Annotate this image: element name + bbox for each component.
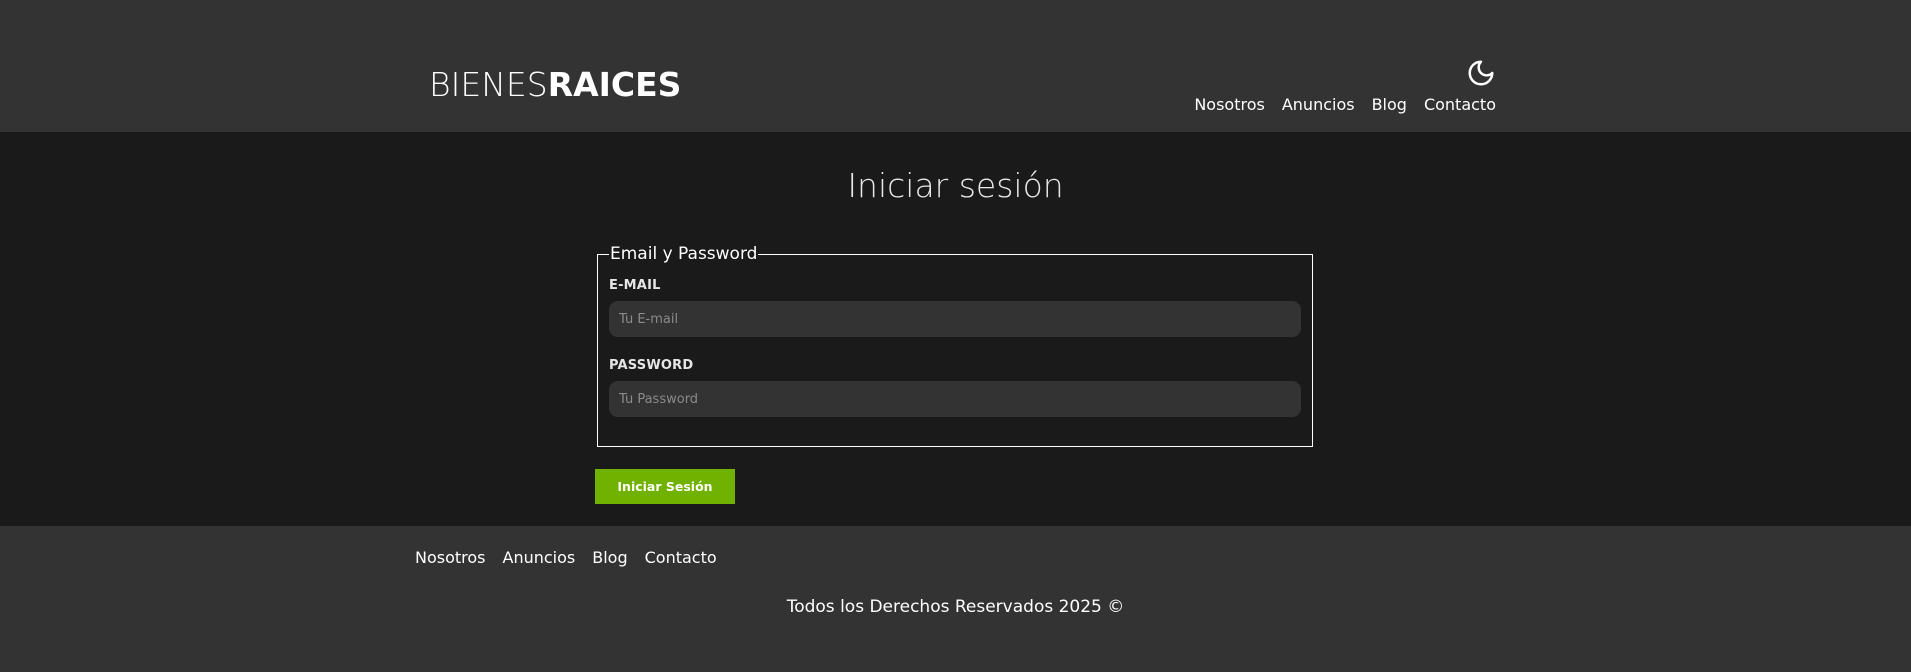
password-label: PASSWORD	[609, 358, 694, 373]
footer-link-blog[interactable]: Blog	[592, 547, 627, 569]
login-submit-button[interactable]: Iniciar Sesión	[595, 469, 735, 504]
email-label: E-MAIL	[609, 278, 661, 293]
copyright-text: Todos los Derechos Reservados 2025 ©	[786, 597, 1125, 617]
footer-link-nosotros[interactable]: Nosotros	[415, 547, 486, 569]
credentials-fieldset: Email y Password E-MAIL PASSWORD	[597, 244, 1313, 447]
dark-mode-toggle[interactable]	[1466, 58, 1496, 88]
footer-navigation: Nosotros Anuncios Blog Contacto	[415, 547, 717, 569]
site-logo[interactable]: BIENESRAICES	[429, 67, 681, 103]
page-title: Iniciar sesión	[847, 166, 1064, 205]
email-input[interactable]	[609, 301, 1301, 337]
main-navigation: Nosotros Anuncios Blog Contacto	[1194, 94, 1496, 116]
logo-bold-text: RAICES	[547, 65, 682, 104]
password-input[interactable]	[609, 381, 1301, 417]
logo-light-text: BIENES	[429, 65, 548, 104]
nav-link-anuncios[interactable]: Anuncios	[1282, 94, 1355, 116]
site-header: BIENESRAICES Nosotros Anuncios Blog Cont…	[0, 0, 1911, 132]
footer-link-contacto[interactable]: Contacto	[645, 547, 717, 569]
moon-icon	[1468, 60, 1494, 86]
site-footer: Nosotros Anuncios Blog Contacto Todos lo…	[0, 526, 1911, 672]
nav-link-nosotros[interactable]: Nosotros	[1194, 94, 1265, 116]
nav-link-blog[interactable]: Blog	[1372, 94, 1407, 116]
footer-link-anuncios[interactable]: Anuncios	[503, 547, 576, 569]
main-content: Iniciar sesión Email y Password E-MAIL P…	[0, 132, 1911, 526]
nav-link-contacto[interactable]: Contacto	[1424, 94, 1496, 116]
fieldset-legend: Email y Password	[609, 244, 759, 264]
